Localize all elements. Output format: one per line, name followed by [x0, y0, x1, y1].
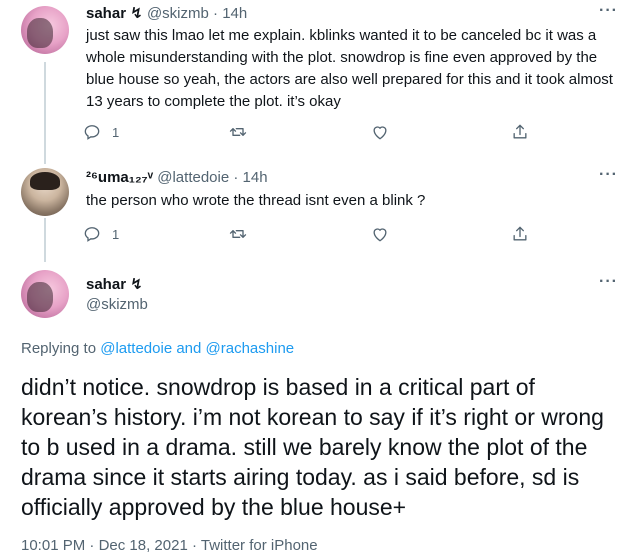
like-icon [373, 228, 387, 242]
reply-count: 1 [112, 124, 120, 140]
tweet-header: ²⁶uma₁₂₇ᵛ @lattedoie · 14h [86, 168, 268, 188]
share-icon [513, 226, 527, 241]
more-icon[interactable]: ··· [599, 2, 618, 20]
timestamp[interactable]: 14h [243, 169, 268, 186]
retweet-button[interactable] [228, 122, 248, 142]
tweet-meta: 10:01 PM · Dec 18, 2021 · Twitter for iP… [21, 537, 318, 554]
name-symbol: ↯ [130, 5, 143, 22]
retweet-icon [229, 127, 247, 136]
reply-count: 1 [112, 226, 120, 242]
separator: · [191, 537, 197, 554]
avatar[interactable] [21, 270, 69, 318]
tweet-source: Twitter for iPhone [200, 537, 318, 554]
action-bar: 1 [82, 122, 542, 144]
tweet-2[interactable]: ²⁶uma₁₂₇ᵛ @lattedoie · 14h ··· the perso… [0, 160, 640, 260]
timestamp[interactable]: 14h [222, 5, 247, 22]
main-tweet-text: didn’t notice. snowdrop is based in a cr… [21, 374, 604, 520]
retweet-button[interactable] [228, 224, 248, 244]
retweet-icon [229, 230, 247, 238]
tweet-date[interactable]: Dec 18, 2021 [99, 537, 188, 554]
main-tweet-name: sahar ↯ [86, 275, 143, 293]
tweet-time[interactable]: 10:01 PM [21, 537, 85, 554]
share-icon [513, 124, 527, 139]
avatar[interactable] [21, 168, 69, 216]
reply-button[interactable]: 1 [82, 122, 119, 142]
tweet-text: just saw this lmao let me explain. kblin… [86, 27, 613, 110]
separator: · [213, 5, 219, 22]
tweet-text: the person who wrote the thread isnt eve… [86, 192, 426, 209]
handle[interactable]: @skizmb [86, 296, 148, 313]
like-icon [373, 126, 387, 140]
display-name[interactable]: sahar [86, 276, 126, 293]
separator: · [89, 537, 95, 554]
share-button[interactable] [510, 224, 530, 244]
like-button[interactable] [370, 122, 390, 142]
reply-icon [84, 227, 100, 242]
more-icon[interactable]: ··· [599, 273, 618, 291]
display-name[interactable]: ²⁶uma₁₂₇ᵛ [86, 169, 153, 186]
replying-users-link[interactable]: @lattedoie and @rachashine [100, 340, 294, 357]
handle[interactable]: @skizmb [147, 5, 209, 22]
share-button[interactable] [510, 122, 530, 142]
tweet-header: sahar ↯ @skizmb · 14h [86, 4, 247, 24]
replying-to: Replying to @lattedoie and @rachashine [21, 340, 294, 357]
reply-button[interactable]: 1 [82, 224, 119, 244]
display-name[interactable]: sahar [86, 5, 126, 22]
avatar[interactable] [21, 6, 69, 54]
replying-prefix: Replying to [21, 340, 97, 357]
more-icon[interactable]: ··· [599, 166, 618, 184]
reply-icon [84, 125, 100, 140]
tweet-1[interactable]: sahar ↯ @skizmb · 14h ··· just saw this … [0, 0, 640, 160]
handle[interactable]: @lattedoie [157, 169, 229, 186]
separator: · [233, 169, 239, 186]
action-bar: 1 [82, 224, 542, 246]
like-button[interactable] [370, 224, 390, 244]
name-symbol: ↯ [130, 276, 143, 293]
